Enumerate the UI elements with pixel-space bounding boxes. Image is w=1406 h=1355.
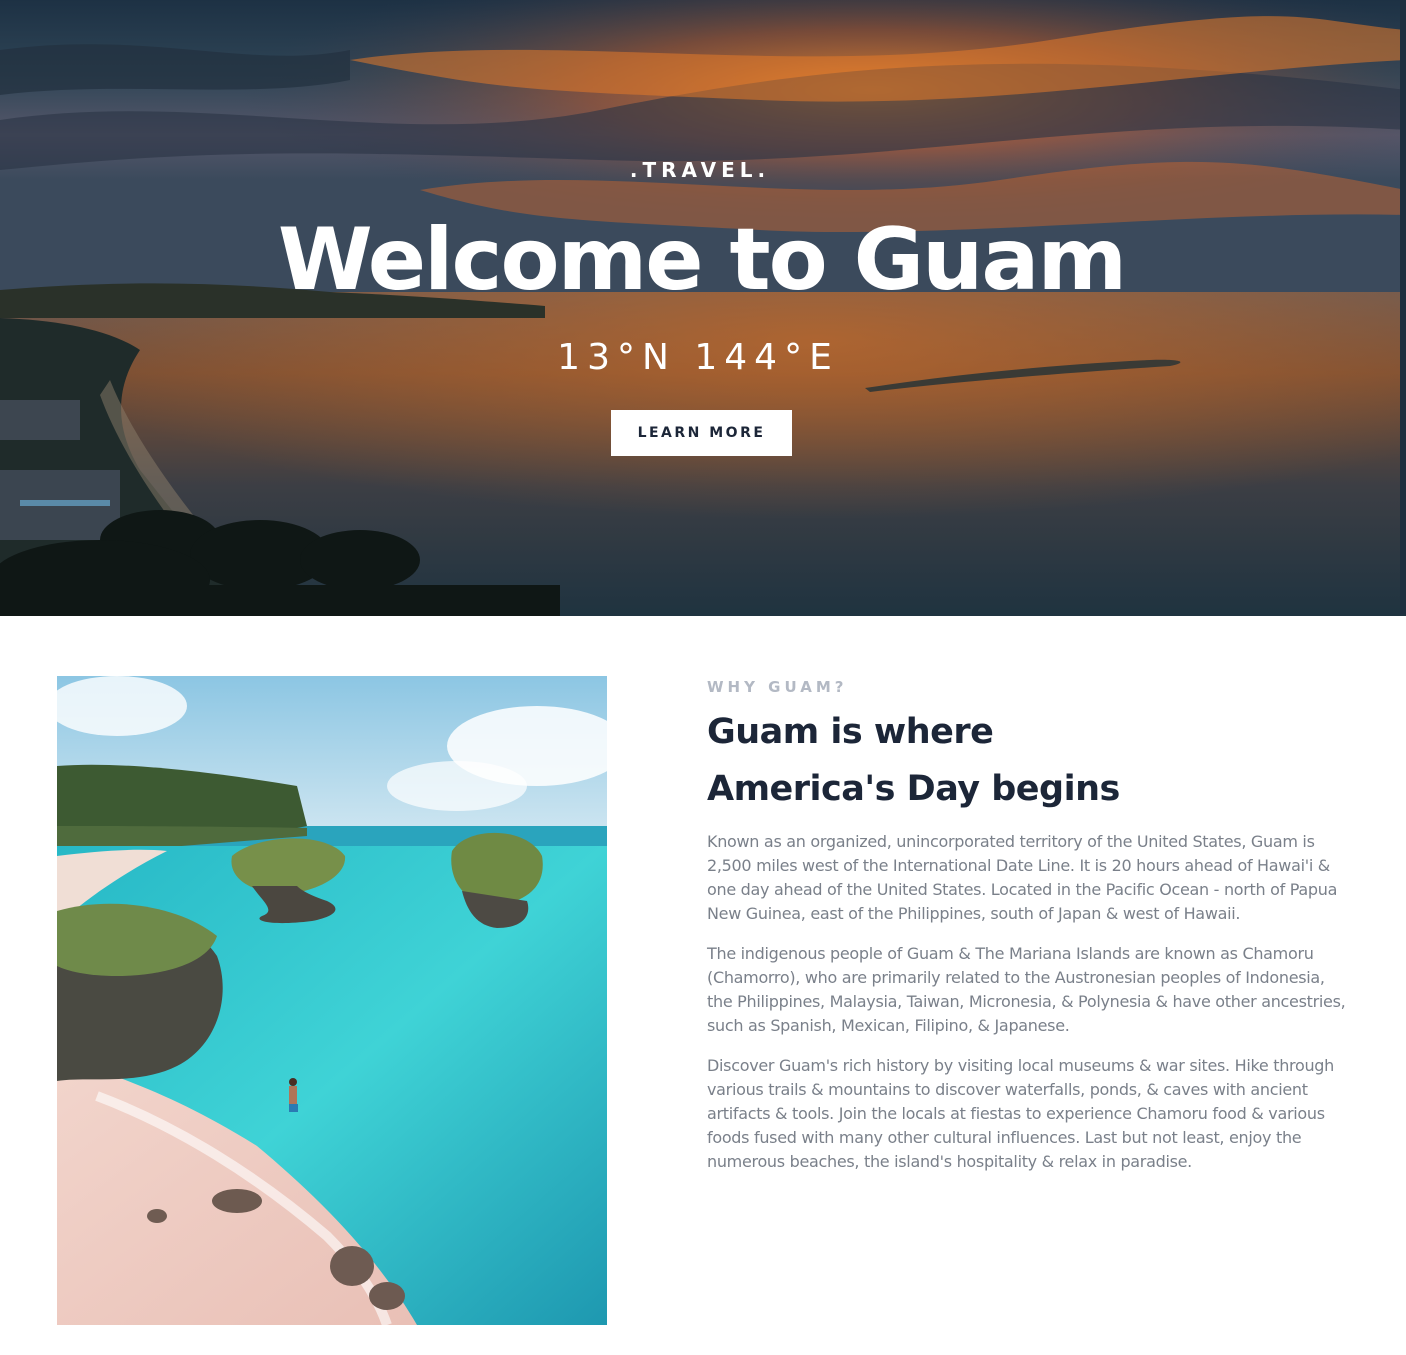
paragraph-discover: Discover Guam's rich history by visiting… (707, 1056, 1335, 1171)
paragraph-people: The indigenous people of Guam & The Mari… (707, 944, 1346, 1035)
section-title: Guam is where America's Day begins (707, 704, 1347, 818)
section-title-line-2: America's Day begins (707, 769, 1120, 809)
hero-coordinates: 13°N 144°E (557, 337, 839, 378)
paragraph-location: Known as an organized, unincorporated te… (707, 832, 1338, 923)
hero-banner: .TRAVEL. Welcome to Guam 13°N 144°E LEAR… (0, 0, 1406, 616)
learn-more-button[interactable]: LEARN MORE (611, 410, 792, 456)
hero-content: .TRAVEL. Welcome to Guam 13°N 144°E LEAR… (0, 0, 1406, 616)
hero-eyebrow: .TRAVEL. (629, 158, 771, 182)
section-eyebrow: WHY GUAM? (707, 678, 848, 696)
beach-rocks-image (57, 676, 607, 1325)
hero-title: Welcome to Guam (277, 210, 1127, 310)
guam-beach-photo (57, 676, 607, 1325)
section-title-line-1: Guam is where (707, 712, 994, 752)
